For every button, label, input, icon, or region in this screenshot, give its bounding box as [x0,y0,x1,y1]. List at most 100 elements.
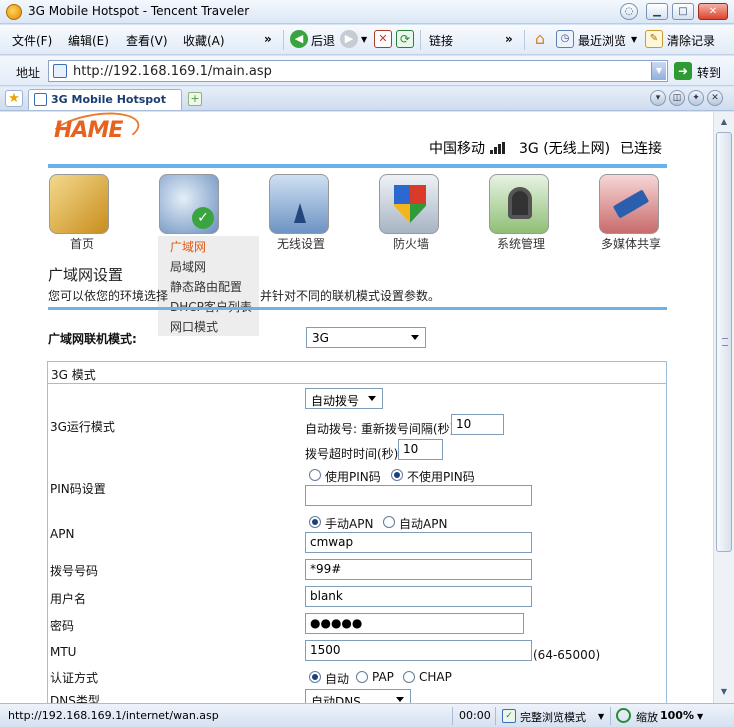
menu-edit[interactable]: 编辑(E) [68,32,109,49]
auth-auto-radio[interactable] [309,671,321,683]
apn-manual-radio[interactable] [309,516,321,528]
tab-title: 3G Mobile Hotspot [51,93,166,106]
apn-auto-radio[interactable] [383,516,395,528]
maximize-button[interactable]: □ [672,3,694,20]
browse-mode[interactable]: 完整浏览模式 [520,709,586,725]
nav-wireless[interactable]: 无线设置 [256,235,346,252]
close-button[interactable]: ✕ [698,3,728,20]
usb-stick-icon [612,189,650,219]
browse-mode-icon[interactable]: ✓ [502,709,516,723]
tab-restore-icon[interactable]: ◫ [669,90,685,106]
lock-gear-icon[interactable] [489,174,549,234]
divider [524,30,525,50]
page-description-left: 您可以依您的环境选择 [48,289,169,303]
submenu-wan[interactable]: 广域网 [170,238,206,255]
vertical-scrollbar[interactable]: ▲ ▼ [713,112,734,703]
dns-type-value: 自动DNS [311,695,361,703]
wan-submenu: 广域网 局域网 静态路由配置 DHCP客户列表 网口模式 [158,236,259,336]
recent-dropdown-icon[interactable]: ▼ [631,35,637,44]
clear-history-button[interactable]: 清除记录 [667,32,715,49]
go-button[interactable]: 转到 [697,64,721,81]
tab-pin-icon[interactable]: ✦ [688,90,704,106]
window-title: 3G Mobile Hotspot - Tencent Traveler [28,4,250,18]
menu-view[interactable]: 查看(V) [126,32,168,49]
auth-pap-radio[interactable] [356,671,368,683]
address-url[interactable]: http://192.168.169.1/main.asp [73,64,272,79]
divider [283,30,284,50]
status-time: 00:00 [459,709,491,722]
menu-favorites[interactable]: 收藏(A) [183,32,225,49]
nav-home[interactable]: 首页 [37,235,127,252]
redial-interval-input[interactable]: 10 [451,414,504,435]
back-icon[interactable]: ◀ [290,30,308,48]
dial-timeout-input[interactable]: 10 [398,439,443,460]
tab-menu-icon[interactable]: ▾ [650,90,666,106]
wan-mode-select[interactable]: 3G [306,327,426,348]
links-label[interactable]: 链接 [429,32,453,49]
refresh-icon[interactable]: ⟳ [396,30,414,48]
submenu-port-mode[interactable]: 网口模式 [170,318,218,335]
scroll-down-icon[interactable]: ▼ [716,684,732,700]
pin-use-label: 使用PIN码 [325,470,381,484]
stop-icon[interactable]: ✕ [374,30,392,48]
menu-file[interactable]: 文件(F) [12,32,52,49]
tab-3g-mobile-hotspot[interactable]: 3G Mobile Hotspot [28,89,182,110]
go-arrow-icon[interactable]: ➜ [674,62,692,80]
page-icon [34,93,47,106]
nav-media-share[interactable]: 多媒体共享 [586,235,676,252]
address-dropdown-icon[interactable]: ▼ [651,62,666,80]
home-icon[interactable]: ⌂ [531,30,549,48]
back-button[interactable]: 后退 [311,32,335,49]
password-input[interactable]: ●●●●● [305,613,524,634]
wan-mode-value: 3G [312,331,329,345]
apn-auto-label: 自动APN [399,517,448,531]
run-mode-select[interactable]: 自动拨号 [305,388,383,409]
address-input[interactable]: http://192.168.169.1/main.asp ▼ [48,60,668,82]
history-icon[interactable]: ◷ [556,30,574,48]
home-speaker-icon[interactable] [49,174,109,234]
chat-icon[interactable]: ◌ [620,3,638,20]
menu-overflow[interactable]: » [264,32,272,46]
logo-text: HAME [54,118,123,143]
usb-share-icon[interactable] [599,174,659,234]
new-tab-icon[interactable]: + [188,92,202,106]
pin-nouse-radio[interactable] [391,469,403,481]
links-overflow[interactable]: » [505,32,513,46]
connection-status: 已连接 [620,141,662,157]
wireless-icon[interactable] [269,174,329,234]
forward-icon[interactable]: ▶ [340,30,358,48]
dns-type-select[interactable]: 自动DNS [305,689,411,703]
minimize-button[interactable]: ▁ [646,3,668,20]
page-description-right: 并针对不同的联机模式设置参数。 [260,289,441,303]
auth-chap-radio[interactable] [403,671,415,683]
favorites-star-icon[interactable]: ★ [5,90,23,107]
tab-close-icon[interactable]: ✕ [707,90,723,106]
auth-auto-label: 自动 [325,672,350,686]
clear-history-icon[interactable]: ✎ [645,30,663,48]
pin-use-radio[interactable] [309,469,321,481]
page-title: 广域网设置 [48,266,124,284]
firewall-shield-icon[interactable] [379,174,439,234]
zoom-icon[interactable] [616,708,631,723]
pin-input[interactable] [305,485,532,506]
scroll-thumb[interactable] [716,132,732,552]
submenu-static-route[interactable]: 静态路由配置 [170,278,242,295]
nav-firewall[interactable]: 防火墙 [366,235,456,252]
dial-number-label: 拨号号码 [50,564,99,578]
mtu-input[interactable]: 1500 [305,640,532,661]
browse-mode-dropdown-icon[interactable]: ▼ [598,712,604,721]
scroll-up-icon[interactable]: ▲ [716,114,732,130]
zoom-dropdown-icon[interactable]: ▼ [697,712,703,721]
globe-check-icon[interactable]: ✓ [159,174,219,234]
zoom-level[interactable]: 100% [660,709,694,722]
submenu-lan[interactable]: 局域网 [170,258,206,275]
header-divider [48,164,667,168]
recent-button[interactable]: 最近浏览 [578,32,626,49]
apn-input[interactable]: cmwap [305,532,532,553]
divider [495,707,496,725]
dial-number-input[interactable]: *99# [305,559,532,580]
forward-dropdown-icon[interactable]: ▼ [361,35,367,44]
auth-pap-label: PAP [372,670,394,684]
username-input[interactable]: blank [305,586,532,607]
nav-system[interactable]: 系统管理 [476,235,566,252]
